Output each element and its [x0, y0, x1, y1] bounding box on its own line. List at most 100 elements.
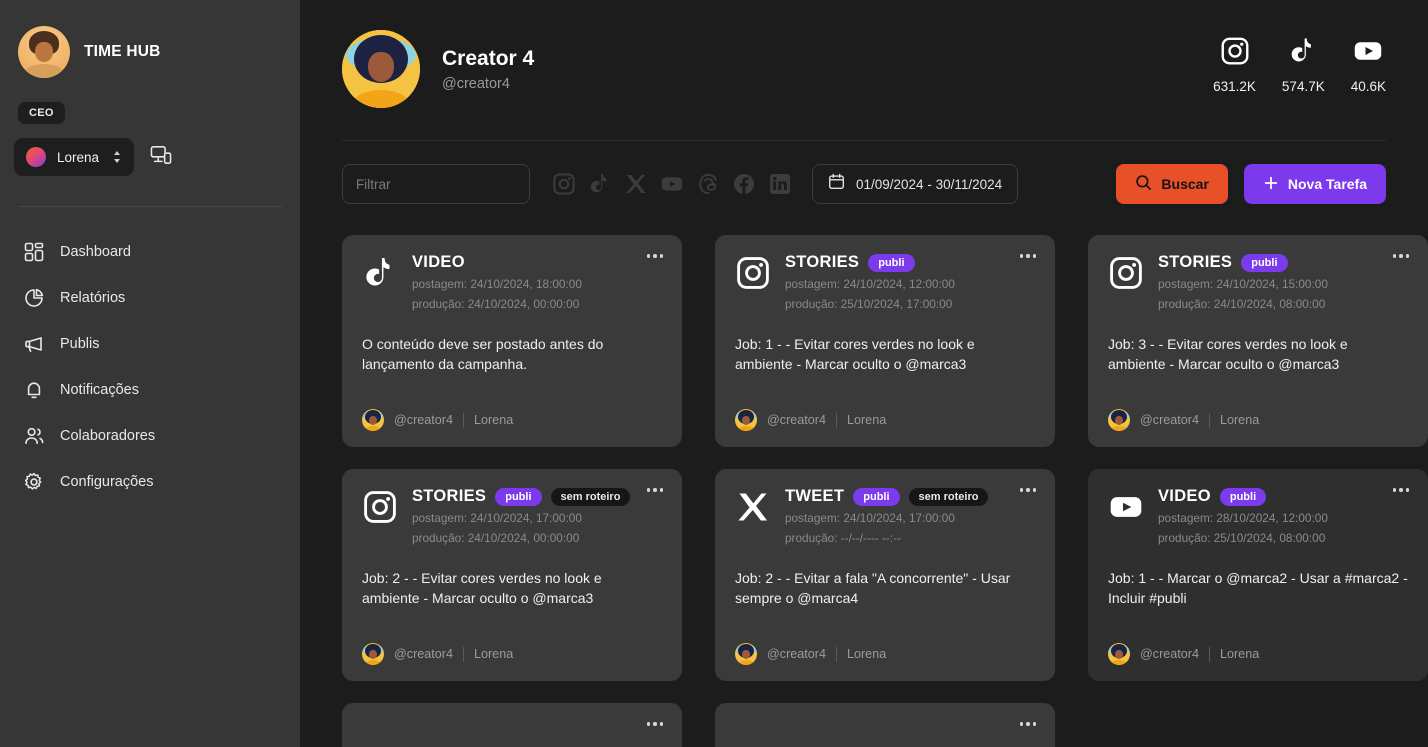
- card-more-options-icon[interactable]: [1015, 717, 1042, 731]
- sidebar-item-configuracoes[interactable]: Configurações: [0, 459, 300, 505]
- filter-tiktok-icon[interactable]: [588, 172, 612, 196]
- card-producao: produção: 24/10/2024, 08:00:00: [1158, 297, 1326, 312]
- user-select[interactable]: Lorena: [14, 138, 135, 176]
- sidebar-item-label: Dashboard: [60, 244, 131, 260]
- avatar: [362, 409, 384, 431]
- card-more-options-icon[interactable]: [642, 483, 669, 497]
- tiktok-icon: [1288, 36, 1318, 71]
- sidebar-item-publis[interactable]: Publis: [0, 321, 300, 367]
- main-content: Creator 4 @creator4 631.2K 574.7K 40.6K …: [300, 0, 1428, 747]
- card-title-row: STORIES publi sem roteiro: [412, 487, 662, 506]
- card-title-row: VIDEO: [412, 253, 662, 272]
- devices-icon[interactable]: [150, 145, 172, 170]
- avatar: [735, 643, 757, 665]
- task-card[interactable]: STORIES publi postagem: 24/10/2024, 15:0…: [1088, 235, 1428, 447]
- task-card[interactable]: [715, 703, 1055, 747]
- card-more-options-icon[interactable]: [1015, 249, 1042, 263]
- card-postagem: postagem: 24/10/2024, 12:00:00: [785, 277, 955, 291]
- card-body-text: Job: 2 - - Evitar a fala "A concorrente"…: [735, 569, 1011, 606]
- sidebar-item-label: Notificações: [60, 382, 139, 398]
- card-handle: @creator4: [767, 413, 826, 427]
- card-more-options-icon[interactable]: [1388, 249, 1415, 263]
- task-card[interactable]: [342, 703, 682, 747]
- card-more-options-icon[interactable]: [1388, 483, 1415, 497]
- sidebar-item-label: Colaboradores: [60, 428, 156, 444]
- new-task-button-label: Nova Tarefa: [1287, 176, 1367, 192]
- social-count: 574.7K: [1281, 79, 1325, 94]
- social-stats: 631.2K 574.7K 40.6K: [1213, 30, 1386, 94]
- card-postagem: postagem: 24/10/2024, 17:00:00: [785, 511, 955, 525]
- card-owner: Lorena: [846, 647, 887, 661]
- filter-instagram-icon[interactable]: [552, 172, 576, 196]
- youtube-icon: [1353, 36, 1383, 71]
- card-body-text: Job: 1 - - Marcar o @marca2 - Usar a #ma…: [1108, 569, 1408, 606]
- task-card[interactable]: TWEET publi sem roteiro postagem: 24/10/…: [715, 469, 1055, 681]
- sidebar-item-dashboard[interactable]: Dashboard: [0, 229, 300, 275]
- card-owner: Lorena: [473, 647, 514, 661]
- card-footer: @creator4 Lorena: [362, 643, 662, 665]
- filter-facebook-icon[interactable]: [732, 172, 756, 196]
- social-filter-group: [552, 172, 792, 196]
- footer-divider: [1208, 646, 1210, 662]
- social-stat-instagram: 631.2K: [1213, 36, 1256, 94]
- date-range-picker[interactable]: 01/09/2024 - 30/11/2024: [812, 164, 1019, 204]
- sidebar-nav: Dashboard Relatórios Publis Notificações…: [0, 229, 300, 505]
- filter-threads-icon[interactable]: [696, 172, 720, 196]
- task-card[interactable]: STORIES publi sem roteiro postagem: 24/1…: [342, 469, 682, 681]
- social-stat-youtube: 40.6K: [1351, 36, 1386, 94]
- chevron-updown-icon: [112, 150, 122, 164]
- social-stat-tiktok: 574.7K: [1282, 36, 1325, 94]
- filter-x-twitter-icon[interactable]: [624, 172, 648, 196]
- filter-linkedin-icon[interactable]: [768, 172, 792, 196]
- task-card[interactable]: STORIES publi postagem: 24/10/2024, 12:0…: [715, 235, 1055, 447]
- filter-youtube-icon[interactable]: [660, 172, 684, 196]
- avatar: [735, 409, 757, 431]
- search-button-label: Buscar: [1161, 176, 1209, 192]
- card-handle: @creator4: [394, 647, 453, 661]
- card-footer: @creator4 Lorena: [735, 643, 1035, 665]
- instagram-icon: [362, 489, 398, 525]
- card-body-text: Job: 1 - - Evitar cores verdes no look e…: [735, 335, 975, 372]
- new-task-button[interactable]: Nova Tarefa: [1243, 164, 1386, 204]
- card-more-options-icon[interactable]: [1015, 483, 1042, 497]
- task-card[interactable]: VIDEO publi postagem: 28/10/2024, 12:00:…: [1088, 469, 1428, 681]
- card-footer: @creator4 Lorena: [735, 409, 1035, 431]
- sidebar-item-relatorios[interactable]: Relatórios: [0, 275, 300, 321]
- card-title-row: TWEET publi sem roteiro: [785, 487, 1035, 506]
- card-footer: @creator4 Lorena: [1108, 409, 1408, 431]
- sidebar-item-label: Configurações: [60, 474, 154, 490]
- card-title: VIDEO: [1158, 487, 1211, 505]
- sidebar-item-notificacoes[interactable]: Notificações: [0, 367, 300, 413]
- badge-publi: publi: [868, 253, 915, 272]
- card-header: STORIES publi postagem: 24/10/2024, 12:0…: [735, 253, 1035, 313]
- card-title-row: STORIES publi: [785, 253, 1035, 272]
- task-card[interactable]: VIDEO postagem: 24/10/2024, 18:00:00 pro…: [342, 235, 682, 447]
- task-card-grid: VIDEO postagem: 24/10/2024, 18:00:00 pro…: [300, 204, 1428, 747]
- card-footer: @creator4 Lorena: [362, 409, 662, 431]
- sidebar-item-colaboradores[interactable]: Colaboradores: [0, 413, 300, 459]
- card-title-row: STORIES publi: [1158, 253, 1408, 272]
- creator-avatar: [342, 30, 420, 108]
- date-range-text: 01/09/2024 - 30/11/2024: [856, 176, 1003, 192]
- card-producao: produção: 24/10/2024, 00:00:00: [412, 297, 580, 312]
- card-handle: @creator4: [394, 413, 453, 427]
- footer-divider: [1208, 412, 1210, 428]
- social-count: 40.6K: [1350, 79, 1386, 94]
- sidebar-divider: [18, 206, 282, 207]
- badge-publi: publi: [495, 487, 542, 506]
- card-header: STORIES publi postagem: 24/10/2024, 15:0…: [1108, 253, 1408, 313]
- search-input[interactable]: [342, 164, 530, 204]
- badge-publi: publi: [853, 487, 900, 506]
- card-postagem: postagem: 24/10/2024, 17:00:00: [412, 511, 582, 525]
- youtube-icon: [1108, 489, 1144, 525]
- search-button[interactable]: Buscar: [1116, 164, 1228, 204]
- card-more-options-icon[interactable]: [642, 717, 669, 731]
- card-footer: @creator4 Lorena: [1108, 643, 1408, 665]
- user-name: Lorena: [57, 149, 100, 165]
- badge-sem-roteiro: sem roteiro: [908, 487, 989, 506]
- card-producao: produção: 25/10/2024, 17:00:00: [785, 297, 953, 312]
- instagram-icon: [735, 255, 771, 291]
- users-icon: [24, 426, 44, 446]
- badge-publi: publi: [1219, 487, 1267, 506]
- card-more-options-icon[interactable]: [642, 249, 669, 263]
